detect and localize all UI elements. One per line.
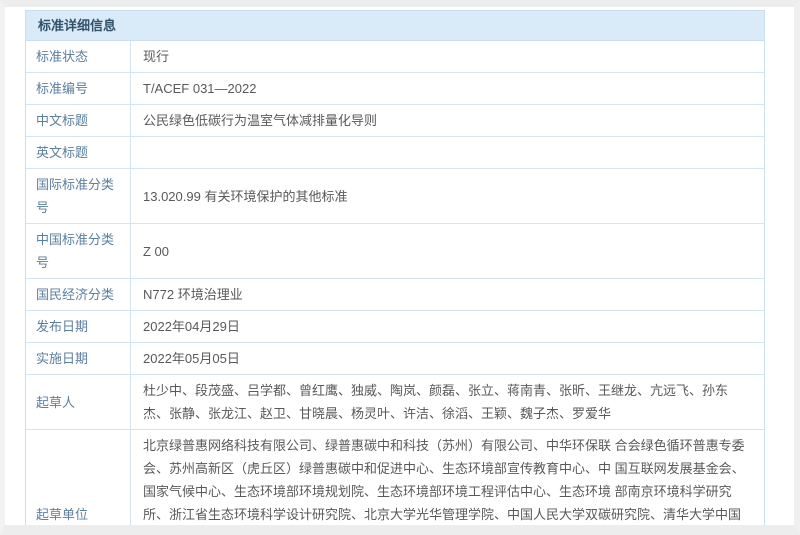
row-label: 国民经济分类 [26, 279, 131, 310]
row-label: 发布日期 [26, 311, 131, 342]
table-row: 英文标题 [26, 137, 764, 169]
table-row-drafting-units: 起草单位 北京绿普惠网络科技有限公司、绿普惠碳中和科技（苏州）有限公司、中华环保… [26, 430, 764, 535]
table-row: 标准编号 T/ACEF 031—2022 [26, 73, 764, 105]
row-value: 北京绿普惠网络科技有限公司、绿普惠碳中和科技（苏州）有限公司、中华环保联 合会绿… [131, 430, 764, 535]
table-row: 国民经济分类 N772 环境治理业 [26, 279, 764, 311]
row-value: 现行 [131, 41, 764, 72]
row-label: 国际标准分类号 [26, 169, 131, 223]
row-value: T/ACEF 031—2022 [131, 73, 764, 104]
standard-detail-table: 标准详细信息 标准状态 现行 标准编号 T/ACEF 031—2022 中文标题… [25, 10, 765, 535]
row-label: 起草单位 [26, 430, 131, 535]
table-row: 实施日期 2022年05月05日 [26, 343, 764, 375]
table-row: 发布日期 2022年04月29日 [26, 311, 764, 343]
row-value: Z 00 [131, 224, 764, 278]
table-row: 中文标题 公民绿色低碳行为温室气体减排量化导则 [26, 105, 764, 137]
table-row: 中国标准分类号 Z 00 [26, 224, 764, 279]
row-value: 13.020.99 有关环境保护的其他标准 [131, 169, 764, 223]
row-value: N772 环境治理业 [131, 279, 764, 310]
row-label: 中文标题 [26, 105, 131, 136]
row-value: 2022年04月29日 [131, 311, 764, 342]
row-label: 中国标准分类号 [26, 224, 131, 278]
row-value: 公民绿色低碳行为温室气体减排量化导则 [131, 105, 764, 136]
table-row: 标准状态 现行 [26, 41, 764, 73]
row-label: 标准编号 [26, 73, 131, 104]
table-row: 国际标准分类号 13.020.99 有关环境保护的其他标准 [26, 169, 764, 224]
row-value: 杜少中、段茂盛、吕学都、曾红鹰、独威、陶岚、颜磊、张立、蒋南青、张昕、王继龙、亢… [131, 375, 764, 429]
row-label: 英文标题 [26, 137, 131, 168]
row-label: 标准状态 [26, 41, 131, 72]
row-label: 实施日期 [26, 343, 131, 374]
table-row-drafters: 起草人 杜少中、段茂盛、吕学都、曾红鹰、独威、陶岚、颜磊、张立、蒋南青、张昕、王… [26, 375, 764, 430]
table-header: 标准详细信息 [26, 11, 764, 41]
row-value [131, 137, 764, 168]
row-label: 起草人 [26, 375, 131, 429]
row-value: 2022年05月05日 [131, 343, 764, 374]
